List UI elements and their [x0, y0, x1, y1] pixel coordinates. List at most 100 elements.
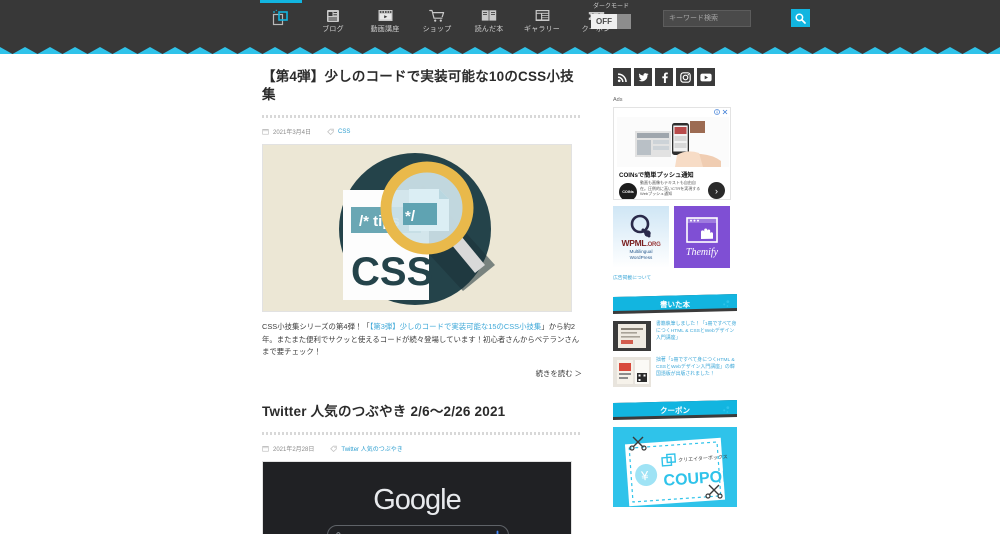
nav-item-shop[interactable]: ショップ — [411, 0, 463, 40]
title-divider — [262, 115, 582, 118]
ad-close-icon[interactable] — [722, 109, 728, 115]
rss-icon[interactable] — [613, 68, 631, 86]
ad-advertiser-logo: COINs — [619, 183, 637, 199]
twitter-icon[interactable] — [634, 68, 652, 86]
nav-item-gallery[interactable]: ギャラリー — [515, 0, 569, 40]
calendar-icon — [262, 445, 269, 452]
post-date: 2021年2月28日 — [273, 446, 315, 453]
logo-icon — [271, 9, 291, 26]
wpml-banner[interactable]: WPML.ORG Multilingual WordPress — [613, 206, 669, 268]
youtube-icon[interactable] — [697, 68, 715, 86]
search-area — [663, 9, 810, 27]
microphone-icon[interactable] — [495, 530, 500, 534]
nav-item-home[interactable] — [255, 0, 307, 40]
nav-label-gallery: ギャラリー — [524, 26, 560, 33]
list-item[interactable]: 拙著「1冊ですべて身につくHTML & CSSとWebデザイン入門講座」の韓国語… — [613, 357, 737, 387]
svg-text:*/: */ — [405, 208, 416, 225]
book-title[interactable]: 書籍執筆しました！「1冊ですべて身につくHTML & CSSとWebデザイン入門… — [656, 321, 737, 351]
calendar-icon — [262, 128, 269, 135]
read-more-link[interactable]: 続きを読む ＞ — [262, 368, 582, 379]
book-title[interactable]: 拙著「1冊ですべて身につくHTML & CSSとWebデザイン入門講座」の韓国語… — [656, 357, 737, 387]
book-thumbnail — [613, 321, 651, 351]
google-search-bar[interactable] — [327, 524, 509, 534]
facebook-icon[interactable] — [655, 68, 673, 86]
excerpt-link[interactable]: 【第3弾】少しのコードで実装可能な15のCSS小技集 — [370, 322, 542, 331]
social-links — [613, 68, 737, 86]
sparkle-icon — [722, 300, 730, 310]
search-icon — [795, 12, 806, 24]
svg-text:CSS: CSS — [351, 250, 433, 294]
dark-mode-label: ダークモード — [592, 4, 629, 10]
wpml-title: WPML.ORG — [622, 238, 661, 248]
wpml-subtitle: Multilingual WordPress — [630, 249, 653, 261]
nav-item-blog[interactable]: ブログ — [307, 0, 359, 40]
video-icon — [375, 7, 395, 24]
advertisement[interactable]: COINsで簡単プッシュ通知 COINs 動画も画像もテキストも自由自在。圧倒的… — [613, 107, 731, 200]
dark-mode-state: OFF — [591, 14, 617, 29]
zigzag-shape — [0, 47, 1000, 54]
post-title[interactable]: Twitter 人気のつぶやき 2/6〜2/26 2021 — [262, 403, 582, 421]
post-meta: 2021年2月28日 Twitter 人気のつぶやき — [262, 444, 582, 453]
site-header: ブログ 動画講座 ショップ 読んだ本 ギャラリー クーポン ダークモード OFF… — [0, 0, 1000, 40]
widget-title-bar: クーポン — [613, 400, 737, 420]
search-input[interactable] — [663, 9, 751, 27]
nav-item-books[interactable]: 読んだ本 — [463, 0, 515, 40]
banner-ads: WPML.ORG Multilingual WordPress Themify — [613, 206, 737, 268]
book-thumbnail — [613, 357, 651, 387]
css-tips-illustration: /* tips CSS */ — [263, 145, 571, 311]
nav-item-video[interactable]: 動画講座 — [359, 0, 411, 40]
zigzag-divider — [0, 40, 1000, 54]
blog-icon — [323, 7, 343, 24]
coupon-image[interactable]: ¥ クリエイターボックス COUPON — [613, 427, 737, 507]
google-logo: Google — [263, 484, 571, 517]
ad-next-arrow-icon[interactable]: › — [708, 182, 725, 199]
title-divider — [262, 431, 582, 435]
widget-content: 書籍執筆しました！「1冊ですべて身につくHTML & CSSとWebデザイン入門… — [613, 321, 737, 387]
post-thumbnail[interactable]: Google Google Search I'm Feeling Lu — [262, 460, 572, 534]
book-icon — [479, 7, 499, 24]
post-title[interactable]: 【第4弾】少しのコードで実装可能な10のCSS小技集 — [262, 68, 582, 104]
wpml-sub1: Multilingual — [629, 248, 653, 254]
post-excerpt: CSS小技集シリーズの第4弾！「【第3弾】少しのコードで実装可能な15のCSS小… — [262, 321, 582, 359]
sparkle-icon — [722, 406, 730, 416]
ad-controls — [714, 109, 728, 115]
search-button[interactable] — [791, 9, 810, 27]
post-tag[interactable]: CSS — [338, 129, 350, 135]
ad-info-icon[interactable] — [714, 109, 720, 115]
dark-mode-switch[interactable]: OFF — [591, 14, 631, 29]
post-tag[interactable]: Twitter 人気のつぶやき — [341, 444, 402, 453]
instagram-icon[interactable] — [676, 68, 694, 86]
coupon-illustration: ¥ クリエイターボックス COUPON — [613, 427, 737, 507]
wpml-sub2: WordPress — [629, 254, 653, 260]
widget-books: 書いた本 書籍執筆しました！「1冊ですべて身につくHTML & CSSとWebデ… — [613, 294, 737, 387]
themify-title: Themify — [685, 246, 719, 258]
themify-banner[interactable]: Themify — [674, 206, 730, 268]
ads-label: Ads — [613, 97, 623, 103]
ad-description: 動画も画像もテキストも自由自在。圧倒的に高いCTRを実現するWebプッシュ通知 — [640, 180, 701, 197]
tag-icon — [327, 128, 334, 135]
nav-label-books: 読んだ本 — [474, 26, 504, 33]
tag-icon — [330, 445, 338, 452]
nav-label-shop: ショップ — [422, 26, 452, 33]
excerpt-pre: CSS小技集シリーズの第4弾！「 — [262, 322, 370, 331]
gallery-icon — [532, 7, 552, 24]
nav-label-video: 動画講座 — [370, 26, 400, 33]
google-logo-text: Google — [373, 483, 462, 516]
ad-image — [617, 117, 729, 167]
ad-title: COINsで簡単プッシュ通知 — [619, 172, 694, 179]
ad-policy-link[interactable]: 広告掲載について — [613, 274, 737, 281]
list-item[interactable]: 書籍執筆しました！「1冊ですべて身につくHTML & CSSとWebデザイン入門… — [613, 321, 737, 351]
widget-title: クーポン — [660, 405, 690, 415]
post-item: Twitter 人気のつぶやき 2/6〜2/26 2021 2021年2月28日 — [262, 403, 582, 534]
post-date: 2021年3月4日 — [273, 130, 312, 136]
post-item: 【第4弾】少しのコードで実装可能な10のCSS小技集 2021年3月4日 CSS… — [262, 68, 582, 379]
widget-title: 書いた本 — [660, 299, 690, 309]
cart-icon — [427, 7, 447, 24]
widget-coupon: クーポン ¥ クリエイターボックス COUPON — [613, 400, 737, 507]
wpml-name: WPML — [621, 237, 647, 248]
active-nav-indicator — [260, 0, 302, 3]
dark-mode-toggle-group[interactable]: ダークモード OFF — [588, 4, 634, 29]
toggle-knob — [617, 14, 631, 29]
main-navigation: ブログ 動画講座 ショップ 読んだ本 ギャラリー クーポン — [255, 0, 623, 40]
post-thumbnail[interactable]: /* tips CSS */ — [262, 144, 572, 312]
